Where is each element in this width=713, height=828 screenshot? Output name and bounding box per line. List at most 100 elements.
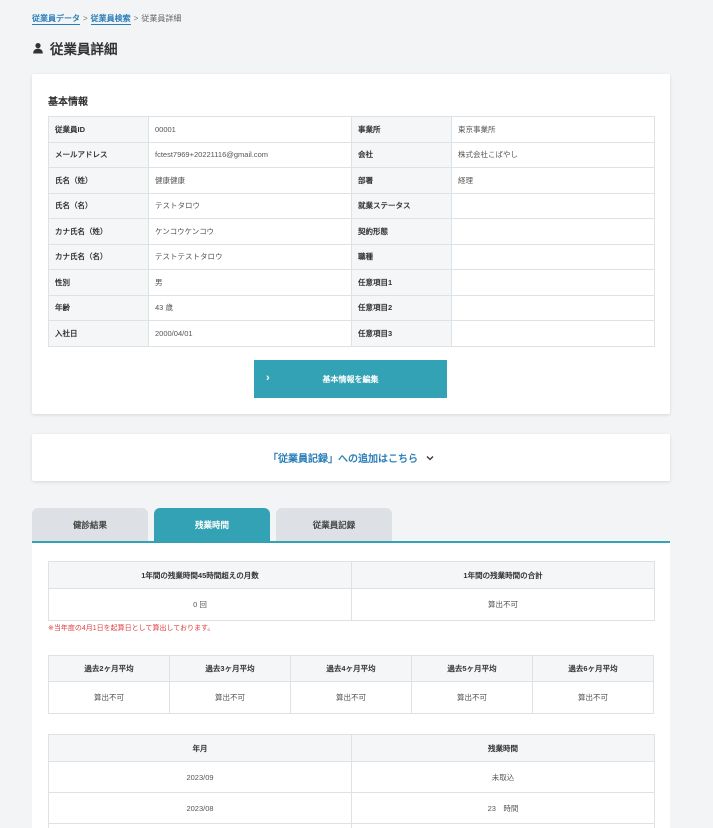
table-row: 性別 男 任意項目1: [48, 269, 655, 296]
table-row: 従業員ID 00001 事業所 東京事業所: [48, 116, 655, 143]
info-label: 部署: [351, 167, 452, 194]
table-cell: 算出不可: [351, 588, 655, 621]
table-row: 0 回 算出不可: [48, 588, 655, 621]
info-value: [451, 320, 655, 347]
basic-info-title: 基本情報: [48, 97, 88, 108]
breadcrumb-separator: >: [83, 14, 88, 23]
column-header: 過去4ヶ月平均: [290, 655, 412, 682]
hours-cell: 未取込: [351, 761, 655, 793]
table-cell: 算出不可: [290, 681, 412, 714]
info-label: 契約形態: [351, 218, 452, 245]
breadcrumb: 従業員データ > 従業員検索 > 従業員詳細: [32, 13, 182, 25]
column-header: 過去6ヶ月平均: [532, 655, 654, 682]
table-row: [48, 823, 655, 828]
info-value: [451, 294, 655, 321]
info-label: 任意項目3: [351, 320, 452, 347]
info-label: 職種: [351, 243, 452, 270]
info-value: 男: [148, 269, 352, 296]
month-cell: [48, 823, 352, 828]
month-cell: 2023/08: [48, 792, 352, 824]
info-label: 任意項目1: [351, 269, 452, 296]
breadcrumb-link-employee-search[interactable]: 従業員検索: [90, 14, 131, 25]
info-value: 43 歳: [148, 294, 352, 321]
overtime-average-table: 過去2ヶ月平均 過去3ヶ月平均 過去4ヶ月平均 過去5ヶ月平均 過去6ヶ月平均 …: [48, 655, 654, 714]
table-row: カナ氏名（姓） ケンコウケンコウ 契約形態: [48, 218, 655, 245]
table-row: 過去2ヶ月平均 過去3ヶ月平均 過去4ヶ月平均 過去5ヶ月平均 過去6ヶ月平均: [48, 655, 654, 682]
table-row: 2023/08 23 時間: [48, 792, 655, 824]
add-employee-record-label: 「従業員記録」への追加はこちら: [268, 454, 418, 465]
info-value: ケンコウケンコウ: [148, 218, 352, 245]
column-header: 過去2ヶ月平均: [48, 655, 170, 682]
edit-basic-info-button[interactable]: › 基本情報を編集: [254, 360, 447, 398]
info-value: 株式会社こばやし: [451, 141, 655, 168]
table-cell: 算出不可: [532, 681, 654, 714]
info-label: 任意項目2: [351, 294, 452, 321]
info-value: テストタロウ: [148, 192, 352, 219]
overtime-panel: 1年間の残業時間45時間超えの月数 1年間の残業時間の合計 0 回 算出不可 ※…: [32, 541, 670, 828]
table-row: 1年間の残業時間45時間超えの月数 1年間の残業時間の合計: [48, 561, 655, 589]
info-label: 事業所: [351, 116, 452, 143]
info-label: 就業ステータス: [351, 192, 452, 219]
info-label: 従業員ID: [48, 116, 149, 143]
add-employee-record-link[interactable]: 「従業員記録」への追加はこちら: [268, 450, 434, 465]
monthly-overtime-table: 年月 残業時間 2023/09 未取込 2023/08 23 時間: [48, 734, 655, 828]
page-title-text: 従業員詳細: [50, 42, 118, 57]
info-value: 00001: [148, 116, 352, 143]
info-label: カナ氏名（姓）: [48, 218, 149, 245]
info-label: 入社日: [48, 320, 149, 347]
calculation-note: ※当年度の4月1日を起算日として算出しております。: [48, 625, 215, 632]
month-cell: 2023/09: [48, 761, 352, 793]
tab-overtime[interactable]: 残業時間: [154, 508, 270, 542]
tab-employee-records[interactable]: 従業員記録: [276, 508, 392, 542]
info-label: 性別: [48, 269, 149, 296]
column-header: 残業時間: [351, 734, 655, 762]
column-header: 1年間の残業時間45時間超えの月数: [48, 561, 352, 589]
table-row: 年齢 43 歳 任意項目2: [48, 294, 655, 321]
hours-cell: [351, 823, 655, 828]
table-row: 年月 残業時間: [48, 734, 655, 762]
column-header: 過去3ヶ月平均: [169, 655, 291, 682]
info-value: [451, 192, 655, 219]
table-cell: 算出不可: [48, 681, 170, 714]
info-value: [451, 243, 655, 270]
person-icon: [32, 42, 44, 54]
chevron-down-icon: [426, 454, 434, 462]
table-cell: 算出不可: [411, 681, 533, 714]
edit-basic-info-label: 基本情報を編集: [322, 374, 379, 384]
table-row: 算出不可 算出不可 算出不可 算出不可 算出不可: [48, 681, 654, 714]
chevron-right-icon: ›: [266, 372, 270, 384]
column-header: 年月: [48, 734, 352, 762]
table-cell: 算出不可: [169, 681, 291, 714]
info-label: メールアドレス: [48, 141, 149, 168]
employee-record-link-card: 「従業員記録」への追加はこちら: [32, 434, 670, 481]
info-value: テストテストタロウ: [148, 243, 352, 270]
breadcrumb-link-employee-data[interactable]: 従業員データ: [32, 14, 80, 25]
basic-info-table: 従業員ID 00001 事業所 東京事業所 メールアドレス fctest7969…: [48, 116, 655, 347]
info-label: 会社: [351, 141, 452, 168]
breadcrumb-separator: >: [133, 14, 139, 23]
basic-info-card: 基本情報 従業員ID 00001 事業所 東京事業所 メールアドレス fctes…: [32, 74, 670, 414]
column-header: 過去5ヶ月平均: [411, 655, 533, 682]
info-label: 氏名（姓）: [48, 167, 149, 194]
table-row: 2023/09 未取込: [48, 761, 655, 793]
info-value: [451, 218, 655, 245]
info-label: カナ氏名（名）: [48, 243, 149, 270]
info-value: fctest7969+20221116@gmail.com: [148, 141, 352, 168]
table-row: カナ氏名（名） テストテストタロウ 職種: [48, 243, 655, 270]
info-label: 年齢: [48, 294, 149, 321]
table-row: 入社日 2000/04/01 任意項目3: [48, 320, 655, 347]
info-value: 東京事業所: [451, 116, 655, 143]
tab-health-checkup[interactable]: 健診結果: [32, 508, 148, 542]
table-row: メールアドレス fctest7969+20221116@gmail.com 会社…: [48, 141, 655, 168]
info-value: [451, 269, 655, 296]
tab-bar: 健診結果 残業時間 従業員記録: [32, 508, 398, 542]
info-value: 2000/04/01: [148, 320, 352, 347]
breadcrumb-current: 従業員詳細: [141, 14, 182, 23]
table-cell: 0 回: [48, 588, 352, 621]
info-value: 健康健康: [148, 167, 352, 194]
info-label: 氏名（名）: [48, 192, 149, 219]
hours-cell: 23 時間: [351, 792, 655, 824]
column-header: 1年間の残業時間の合計: [351, 561, 655, 589]
overtime-summary-table: 1年間の残業時間45時間超えの月数 1年間の残業時間の合計 0 回 算出不可: [48, 561, 655, 621]
table-row: 氏名（姓） 健康健康 部署 経理: [48, 167, 655, 194]
